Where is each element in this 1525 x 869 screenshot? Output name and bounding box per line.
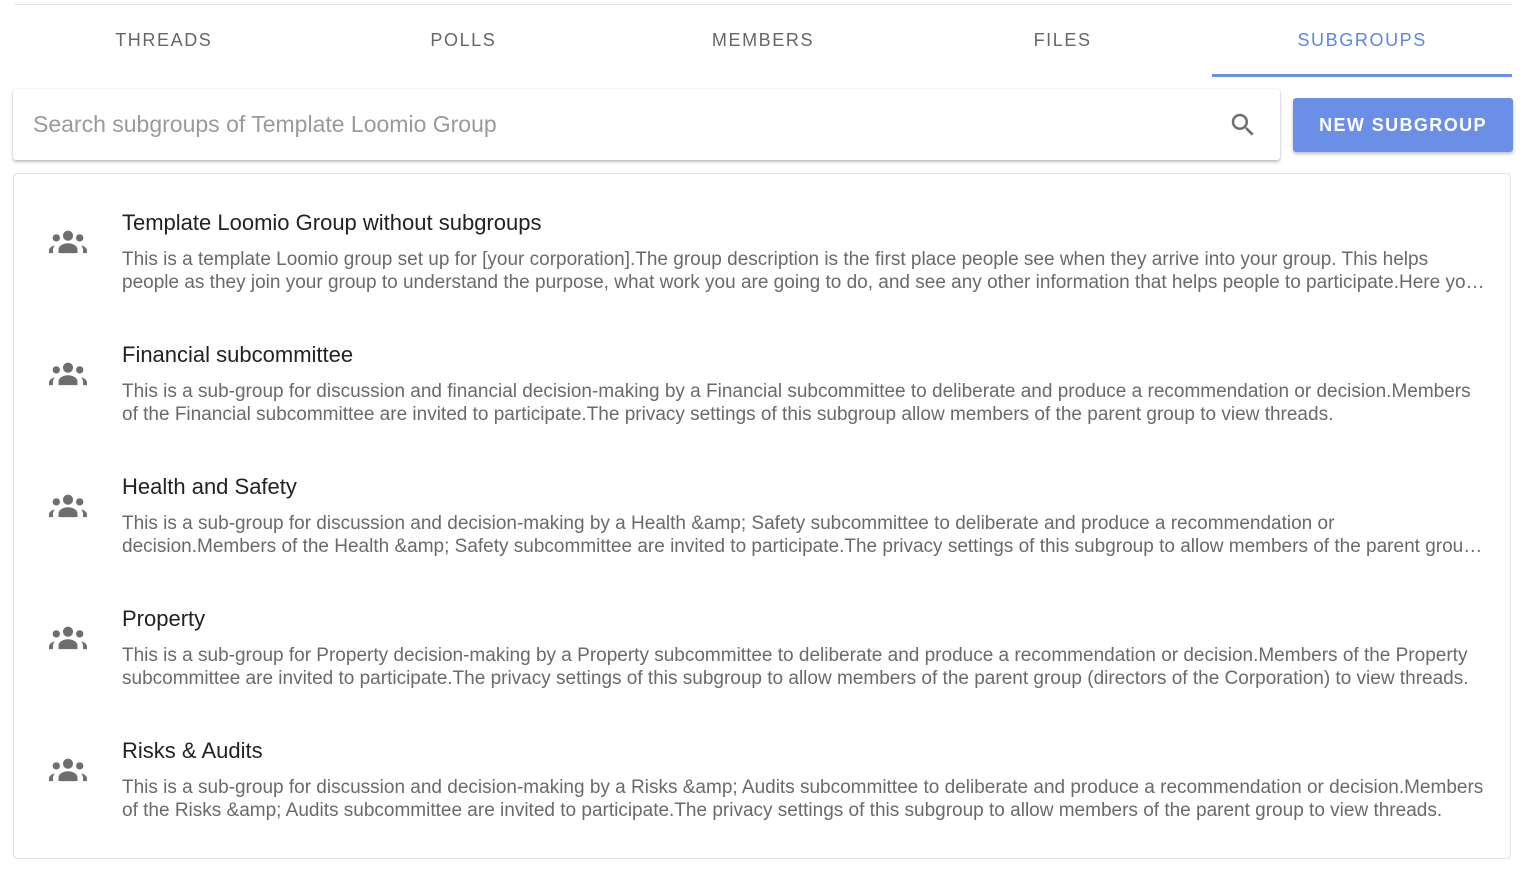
group-icon (49, 230, 87, 254)
subgroup-list: Template Loomio Group without subgroups … (13, 173, 1511, 859)
tab-members[interactable]: MEMBERS (613, 5, 913, 77)
search-icon[interactable] (1228, 110, 1258, 140)
subgroup-title[interactable]: Template Loomio Group without subgroups (122, 210, 541, 236)
subgroup-description: This is a sub-group for discussion and d… (122, 513, 1474, 557)
group-tabs: THREADS POLLS MEMBERS FILES SUBGROUPS (14, 5, 1512, 77)
group-icon (49, 626, 87, 650)
subgroup-title[interactable]: Financial subcommittee (122, 342, 353, 368)
subgroup-description: This is a sub-group for discussion and d… (122, 777, 1484, 821)
list-item[interactable]: Health and Safety This is a sub-group fo… (14, 438, 1510, 570)
subgroup-title[interactable]: Property (122, 606, 205, 632)
list-item[interactable]: Risks & Audits This is a sub-group for d… (14, 702, 1510, 834)
search-input[interactable] (31, 110, 1215, 139)
subgroup-title[interactable]: Health and Safety (122, 474, 297, 500)
list-item[interactable]: Template Loomio Group without subgroups … (14, 174, 1510, 306)
subgroup-description: This is a template Loomio group set up f… (122, 249, 1477, 293)
subgroup-description: This is a sub-group for discussion and f… (122, 381, 1471, 425)
subgroup-title[interactable]: Risks & Audits (122, 738, 263, 764)
tab-polls[interactable]: POLLS (314, 5, 614, 77)
tab-subgroups[interactable]: SUBGROUPS (1212, 5, 1512, 77)
tab-threads[interactable]: THREADS (14, 5, 314, 77)
group-icon (49, 758, 87, 782)
list-item[interactable]: Property This is a sub-group for Propert… (14, 570, 1510, 702)
subgroup-description: This is a sub-group for Property decisio… (122, 645, 1469, 689)
list-item[interactable]: Financial subcommittee This is a sub-gro… (14, 306, 1510, 438)
new-subgroup-button[interactable]: NEW SUBGROUP (1293, 98, 1513, 152)
group-icon (49, 494, 87, 518)
tab-files[interactable]: FILES (913, 5, 1213, 77)
search-bar (13, 89, 1280, 160)
group-icon (49, 362, 87, 386)
